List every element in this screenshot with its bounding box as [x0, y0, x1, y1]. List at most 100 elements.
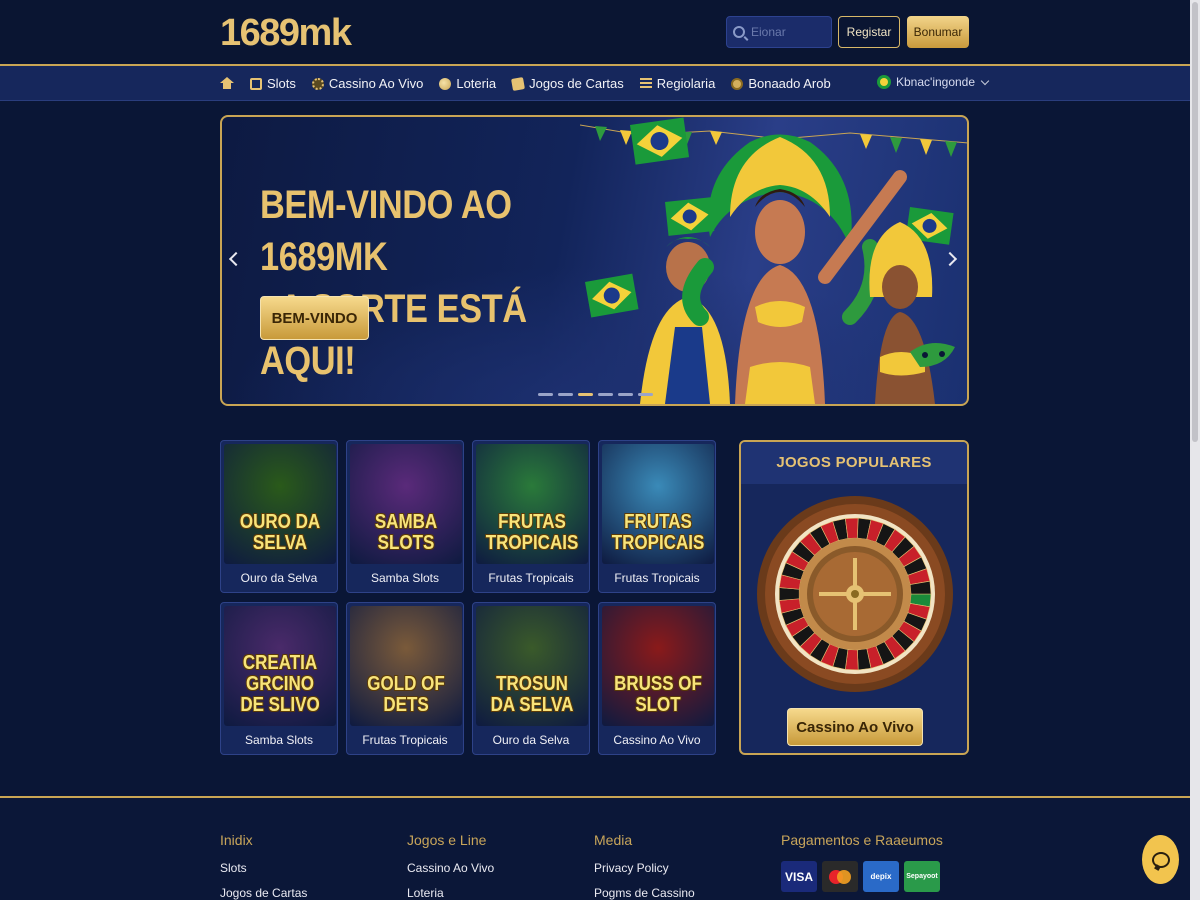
game-label: Frutas Tropicais [614, 571, 700, 585]
register-button[interactable]: Registar [838, 16, 900, 48]
game-card[interactable]: TROSUN DA SELVA Ouro da Selva [472, 602, 590, 755]
nav-item-label: Slots [267, 76, 296, 91]
carousel-dot-active[interactable] [578, 393, 593, 396]
main-nav: Slots Cassino Ao Vivo Loteria Jogos de C… [0, 64, 1200, 101]
carousel-dot[interactable] [538, 393, 553, 396]
logo[interactable]: 1689mk [220, 12, 352, 55]
footer-link[interactable]: Loteria [407, 886, 494, 900]
search-input[interactable] [751, 25, 821, 39]
popular-games-card: JOGOS POPULARES Cassino Ao Vivo [739, 440, 969, 755]
language-selector[interactable]: Kbnac'ingonde [877, 75, 990, 89]
search-box[interactable] [726, 16, 832, 48]
hero-title-line1: BEM-VINDO AO 1689MK [260, 183, 512, 279]
game-thumb-title: TROSUN DA SELVA [490, 673, 574, 716]
game-thumbnail[interactable]: FRUTAS TROPICAIS [476, 444, 588, 564]
game-card[interactable]: BRUSS OF SLOT Cassino Ao Vivo [598, 602, 716, 755]
footer-col-index: Inidix Slots Jogos de Cartas [220, 832, 307, 900]
bonus-button[interactable]: Bonumar [907, 16, 969, 48]
carousel-dot[interactable] [598, 393, 613, 396]
nav-item-card-games[interactable]: Jogos de Cartas [511, 76, 624, 91]
brazil-flag-icon [877, 75, 891, 89]
sepayoot-icon: Sepayoot [904, 861, 940, 892]
game-thumbnail[interactable]: SAMBA SLOTS [350, 444, 462, 564]
nav-item-regiolaria[interactable]: Regiolaria [639, 76, 716, 91]
footer-col-payments: Pagamentos e Raaeumos VISA depix Sepayoo… [781, 832, 943, 892]
cards-icon [511, 76, 526, 91]
header: 1689mk Registar Bonumar [0, 0, 1200, 64]
game-label: Samba Slots [370, 571, 440, 585]
carnival-illustration [580, 117, 967, 404]
hero-cta-button[interactable]: BEM-VINDO [260, 296, 369, 340]
game-label: Ouro da Selva [240, 571, 318, 585]
coin-icon [731, 77, 744, 90]
game-card[interactable]: OURO DA SELVA Ouro da Selva [220, 440, 338, 593]
home-icon [220, 77, 234, 90]
list-icon [639, 77, 652, 90]
game-thumb-title: OURO DA SELVA [239, 511, 321, 554]
language-label: Kbnac'ingonde [896, 75, 976, 89]
depix-icon: depix [863, 861, 899, 892]
game-thumb-title: FRUTAS TROPICAIS [611, 511, 705, 554]
footer-col-games: Jogos e Line Cassino Ao Vivo Loteria [407, 832, 494, 900]
footer-link[interactable]: Jogos de Cartas [220, 886, 307, 900]
mastercard-icon [822, 861, 858, 892]
game-label: Frutas Tropicais [362, 733, 448, 747]
game-thumbnail[interactable]: FRUTAS TROPICAIS [602, 444, 714, 564]
game-thumbnail[interactable]: CREATIA GRCINO DE SLIVO [224, 606, 336, 726]
game-card[interactable]: GOLD OF DETS Frutas Tropicais [346, 602, 464, 755]
chip-icon [311, 77, 324, 90]
nav-item-live-casino[interactable]: Cassino Ao Vivo [311, 76, 424, 91]
chat-bubble-icon [1151, 851, 1170, 868]
footer-col-media: Media Privacy Policy Pogms de Cassino [594, 832, 695, 900]
nav-item-bonus[interactable]: Bonaado Arob [731, 76, 831, 91]
carousel-dot[interactable] [558, 393, 573, 396]
footer-heading: Media [594, 832, 633, 848]
roulette-pocket [845, 517, 859, 539]
nav-item-home[interactable] [220, 77, 234, 90]
nav-item-label: Cassino Ao Vivo [328, 76, 424, 91]
visa-icon: VISA [781, 861, 817, 892]
slot-machine-icon [250, 77, 262, 90]
hero-title: BEM-VINDO AO 1689MK - A SORTE ESTÁ AQUI! [260, 179, 621, 387]
game-thumb-title: BRUSS OF SLOT [614, 673, 702, 716]
game-label: Frutas Tropicais [488, 571, 574, 585]
game-label: Samba Slots [244, 733, 314, 747]
footer-heading: Inidix [220, 832, 253, 848]
nav-item-slots[interactable]: Slots [250, 76, 296, 91]
game-thumbnail[interactable]: TROSUN DA SELVA [476, 606, 588, 726]
footer-link[interactable]: Pogms de Cassino [594, 886, 695, 900]
game-card[interactable]: SAMBA SLOTS Samba Slots [346, 440, 464, 593]
game-thumb-title: FRUTAS TROPICAIS [485, 511, 579, 554]
search-icon [733, 26, 745, 38]
footer: Inidix Slots Jogos de Cartas Jogos e Lin… [0, 796, 1200, 900]
footer-heading: Pagamentos e Raaeumos [781, 832, 943, 848]
footer-link[interactable]: Privacy Policy [594, 861, 695, 875]
game-thumb-title: SAMBA SLOTS [374, 511, 438, 554]
chat-button[interactable] [1142, 835, 1179, 884]
footer-link[interactable]: Cassino Ao Vivo [407, 861, 494, 875]
game-thumbnail[interactable]: OURO DA SELVA [224, 444, 336, 564]
scrollbar-thumb[interactable] [1192, 2, 1198, 442]
carousel-dot[interactable] [638, 393, 653, 396]
footer-heading: Jogos e Line [407, 832, 487, 848]
nav-item-label: Regiolaria [656, 76, 716, 91]
live-casino-button[interactable]: Cassino Ao Vivo [787, 708, 923, 746]
game-card[interactable]: FRUTAS TROPICAIS Frutas Tropicais [598, 440, 716, 593]
footer-link[interactable]: Slots [220, 861, 307, 875]
lottery-ball-icon [439, 77, 452, 90]
roulette-pocket [778, 587, 800, 601]
payment-methods: VISA depix Sepayoot [781, 861, 943, 892]
carousel-dot[interactable] [618, 393, 633, 396]
game-thumb-title: CREATIA GRCINO DE SLIVO [240, 652, 320, 716]
game-thumbnail[interactable]: GOLD OF DETS [350, 606, 462, 726]
roulette-wheel-image [757, 496, 953, 692]
nav-item-label: Loteria [456, 76, 497, 91]
nav-item-lottery[interactable]: Loteria [439, 76, 496, 91]
game-card[interactable]: CREATIA GRCINO DE SLIVO Samba Slots [220, 602, 338, 755]
game-thumb-title: GOLD OF DETS [367, 673, 445, 716]
game-thumbnail[interactable]: BRUSS OF SLOT [602, 606, 714, 726]
game-card[interactable]: FRUTAS TROPICAIS Frutas Tropicais [472, 440, 590, 593]
popular-games-title: JOGOS POPULARES [741, 442, 967, 484]
hero-banner: BEM-VINDO AO 1689MK - A SORTE ESTÁ AQUI!… [220, 115, 969, 406]
chevron-down-icon [980, 76, 990, 85]
